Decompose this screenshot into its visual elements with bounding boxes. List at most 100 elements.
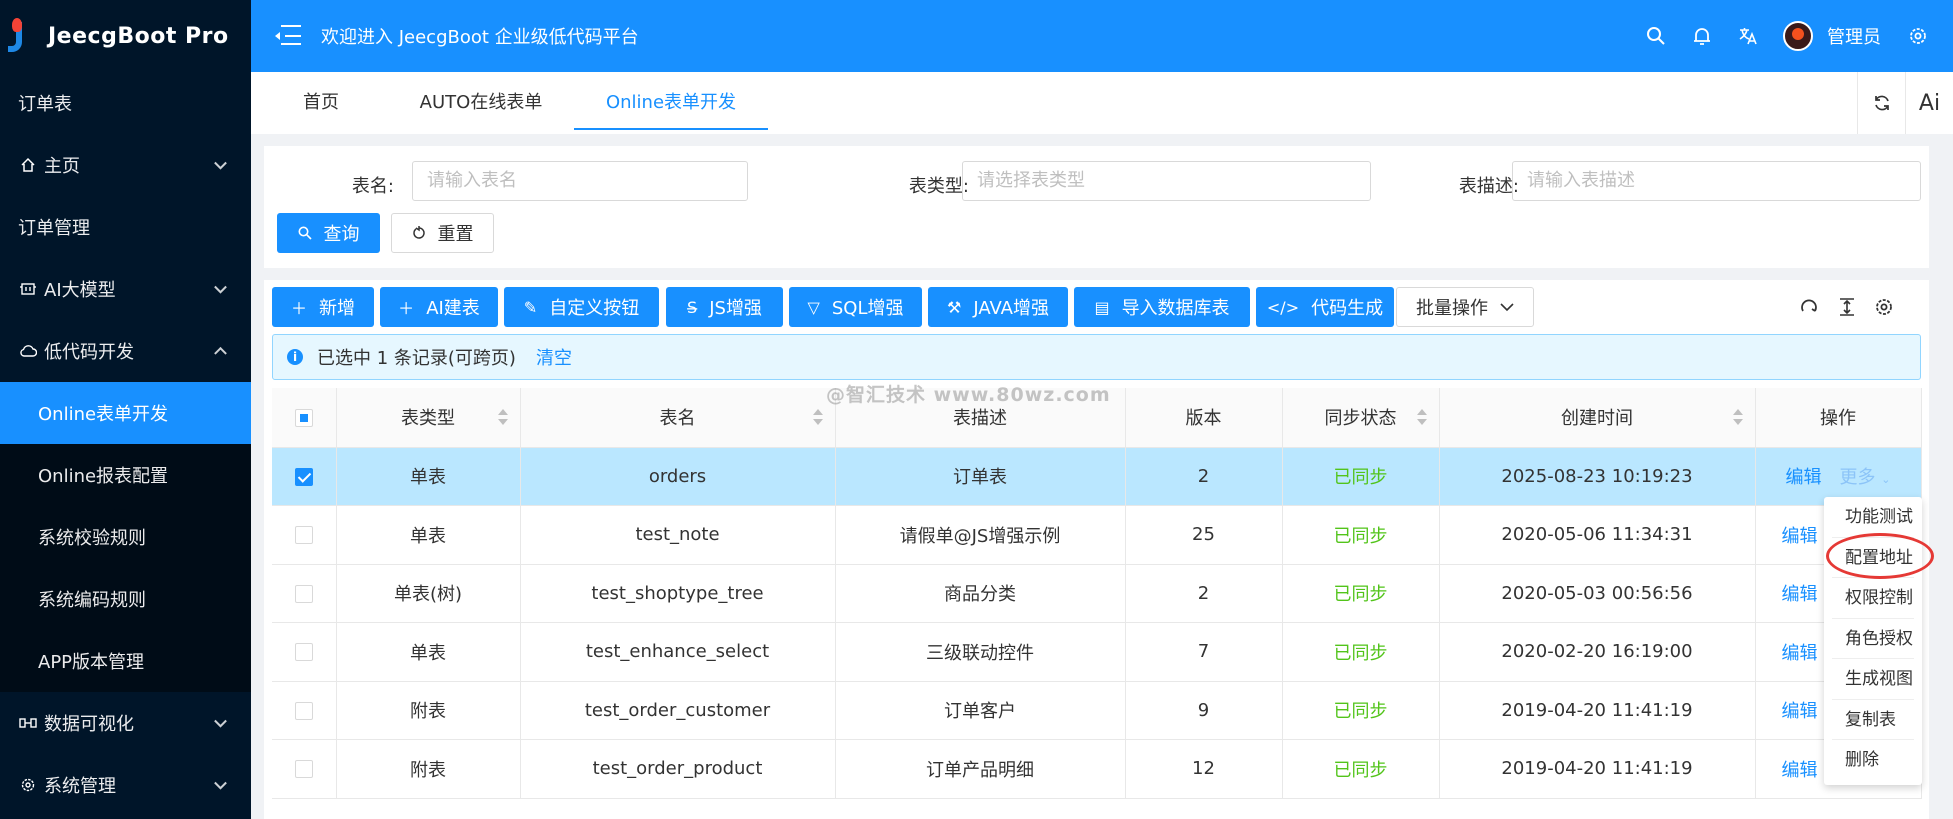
tab-home[interactable]: 首页 <box>251 72 391 134</box>
button-label: SQL增强 <box>831 298 904 319</box>
column-header[interactable]: 创建时间 <box>1439 388 1756 448</box>
edit-link[interactable]: 编辑 <box>1782 526 1818 547</box>
table-row[interactable]: 单表 test_enhance_select 三级联动控件 7 已同步 2020… <box>272 622 1922 682</box>
button-label: 自定义按钮 <box>549 298 640 319</box>
more-dropdown[interactable]: 更多 ⌄ <box>1840 467 1891 488</box>
column-header[interactable]: 表名 <box>520 388 836 448</box>
avatar[interactable] <box>1783 21 1813 51</box>
sidebar-item-home[interactable]: 主页 <box>0 134 251 196</box>
column-height-icon[interactable] <box>1834 294 1860 320</box>
ai-label: Ai <box>1918 90 1941 116</box>
row-checkbox[interactable] <box>294 701 313 720</box>
query-button[interactable]: 查询 <box>277 213 380 253</box>
cell-desc: 订单产品明细 <box>835 739 1126 799</box>
search-icon[interactable] <box>1645 25 1667 47</box>
menu-collapse-icon[interactable] <box>275 25 303 47</box>
table-row[interactable]: 单表 test_note 请假单@JS增强示例 25 已同步 2020-05-0… <box>272 505 1922 565</box>
table-type-select[interactable]: 请选择表类型 <box>962 161 1371 201</box>
logo[interactable]: JeecgBoot Pro <box>0 0 251 72</box>
row-checkbox[interactable] <box>294 526 313 545</box>
sidebar-item-online-form[interactable]: Online表单开发 <box>0 382 251 444</box>
add-button[interactable]: ＋ 新增 <box>272 287 374 327</box>
cell-type: 单表 <box>336 447 521 506</box>
cell-name: test_enhance_select <box>520 622 836 682</box>
ai-create-table-button[interactable]: ＋ AI建表 <box>380 287 498 327</box>
table-row[interactable]: 附表 test_order_customer 订单客户 9 已同步 2019-0… <box>272 681 1922 740</box>
cell-desc: 商品分类 <box>835 564 1126 623</box>
edit-link[interactable]: 编辑 <box>1786 467 1822 488</box>
cell-created: 2020-02-20 16:19:00 <box>1439 622 1756 682</box>
header-title: 欢迎进入 JeecgBoot 企业级低代码平台 <box>321 27 639 48</box>
bell-icon[interactable] <box>1691 25 1713 47</box>
reset-button[interactable]: 重置 <box>391 213 494 253</box>
menu-item-function-test[interactable]: 功能测试 <box>1824 497 1922 538</box>
ai-button[interactable]: Ai <box>1905 72 1953 134</box>
custom-button-button[interactable]: ✎ 自定义按钮 <box>504 287 659 327</box>
menu-item-copy-table[interactable]: 复制表 <box>1824 700 1922 741</box>
sort-icon[interactable] <box>497 409 508 426</box>
edit-link[interactable]: 编辑 <box>1782 643 1818 664</box>
sidebar-item-data-visualization[interactable]: 数据可视化 <box>0 692 251 754</box>
table-name-input[interactable]: 请输入表名 <box>412 161 748 201</box>
table-row[interactable]: 单表 orders 订单表 2 已同步 2025-08-23 10:19:23 … <box>272 447 1922 506</box>
cell-sync-status: 已同步 <box>1282 564 1440 623</box>
menu-item-generate-view[interactable]: 生成视图 <box>1824 659 1922 700</box>
sidebar-item-system-management[interactable]: 系统管理 <box>0 754 251 816</box>
reload-icon[interactable] <box>1796 294 1822 320</box>
table-row[interactable]: 单表(树) test_shoptype_tree 商品分类 2 已同步 2020… <box>272 564 1922 623</box>
menu-item-delete[interactable]: 删除 <box>1824 740 1922 781</box>
select-all-checkbox[interactable] <box>294 408 313 427</box>
java-enhance-button[interactable]: ⚒ JAVA增强 <box>928 287 1068 327</box>
clear-selection-link[interactable]: 清空 <box>536 344 572 370</box>
sidebar-item-ai-model[interactable]: AI大模型 <box>0 258 251 320</box>
sidebar-item-orders[interactable]: 订单表 <box>0 72 251 134</box>
tab-online-form[interactable]: Online表单开发 <box>574 72 768 134</box>
row-checkbox[interactable] <box>294 643 313 662</box>
import-db-table-button[interactable]: ▤ 导入数据库表 <box>1074 287 1250 327</box>
tab-label: AUTO在线表单 <box>419 92 543 113</box>
edit-link[interactable]: 编辑 <box>1782 701 1818 722</box>
sidebar-item-app-version[interactable]: APP版本管理 <box>0 630 251 692</box>
column-header[interactable]: 表类型 <box>336 388 521 448</box>
translate-icon[interactable] <box>1737 25 1759 47</box>
tab-auto-form[interactable]: AUTO在线表单 <box>391 72 571 134</box>
cell-version: 12 <box>1125 739 1283 799</box>
sidebar-item-order-management[interactable]: 订单管理 <box>0 196 251 258</box>
row-checkbox[interactable] <box>294 760 313 779</box>
row-checkbox[interactable] <box>294 467 313 486</box>
settings-gear-icon[interactable] <box>1907 25 1929 47</box>
menu-item-role-authorization[interactable]: 角色授权 <box>1824 619 1922 660</box>
sidebar-item-code-rule[interactable]: 系统编码规则 <box>0 568 251 630</box>
column-header[interactable]: 同步状态 <box>1282 388 1440 448</box>
edit-link[interactable]: 编辑 <box>1782 760 1818 781</box>
sidebar-item-lowcode[interactable]: 低代码开发 <box>0 320 251 382</box>
sort-icon[interactable] <box>1416 409 1427 426</box>
chevron-down-icon <box>214 156 227 170</box>
sidebar-item-check-rule[interactable]: 系统校验规则 <box>0 506 251 568</box>
code-generate-button[interactable]: </> 代码生成 <box>1256 287 1394 327</box>
cell-name: test_shoptype_tree <box>520 564 836 623</box>
username[interactable]: 管理员 <box>1827 23 1881 49</box>
sort-icon[interactable] <box>1732 409 1743 426</box>
refresh-tab-button[interactable] <box>1857 72 1905 134</box>
row-checkbox[interactable] <box>294 584 313 603</box>
edit-link[interactable]: 编辑 <box>1782 584 1818 605</box>
sql-enhance-button[interactable]: ▽ SQL增强 <box>789 287 922 327</box>
refresh-icon <box>1874 95 1889 111</box>
sidebar-item-label: 主页 <box>44 156 80 177</box>
sort-icon[interactable] <box>812 409 823 426</box>
table-row[interactable]: 附表 test_order_product 订单产品明细 12 已同步 2019… <box>272 739 1922 799</box>
column-settings-gear-icon[interactable] <box>1871 294 1897 320</box>
cell-version: 9 <box>1125 681 1283 740</box>
js-enhance-button[interactable]: S̶ JS增强 <box>666 287 783 327</box>
sidebar-item-online-report[interactable]: Online报表配置 <box>0 444 251 506</box>
table-desc-input[interactable]: 请输入表描述 <box>1512 161 1921 201</box>
menu-item-permission-control[interactable]: 权限控制 <box>1824 578 1922 619</box>
batch-operation-dropdown[interactable]: 批量操作 <box>1396 287 1534 327</box>
cell-desc: 订单表 <box>835 447 1126 506</box>
cloud-icon <box>18 344 38 358</box>
select-all-cell[interactable] <box>272 388 337 448</box>
sidebar-item-label: 数据可视化 <box>44 714 134 735</box>
button-label: 新增 <box>319 298 355 319</box>
selection-alert: i 已选中 1 条记录(可跨页) 清空 <box>272 334 1921 380</box>
